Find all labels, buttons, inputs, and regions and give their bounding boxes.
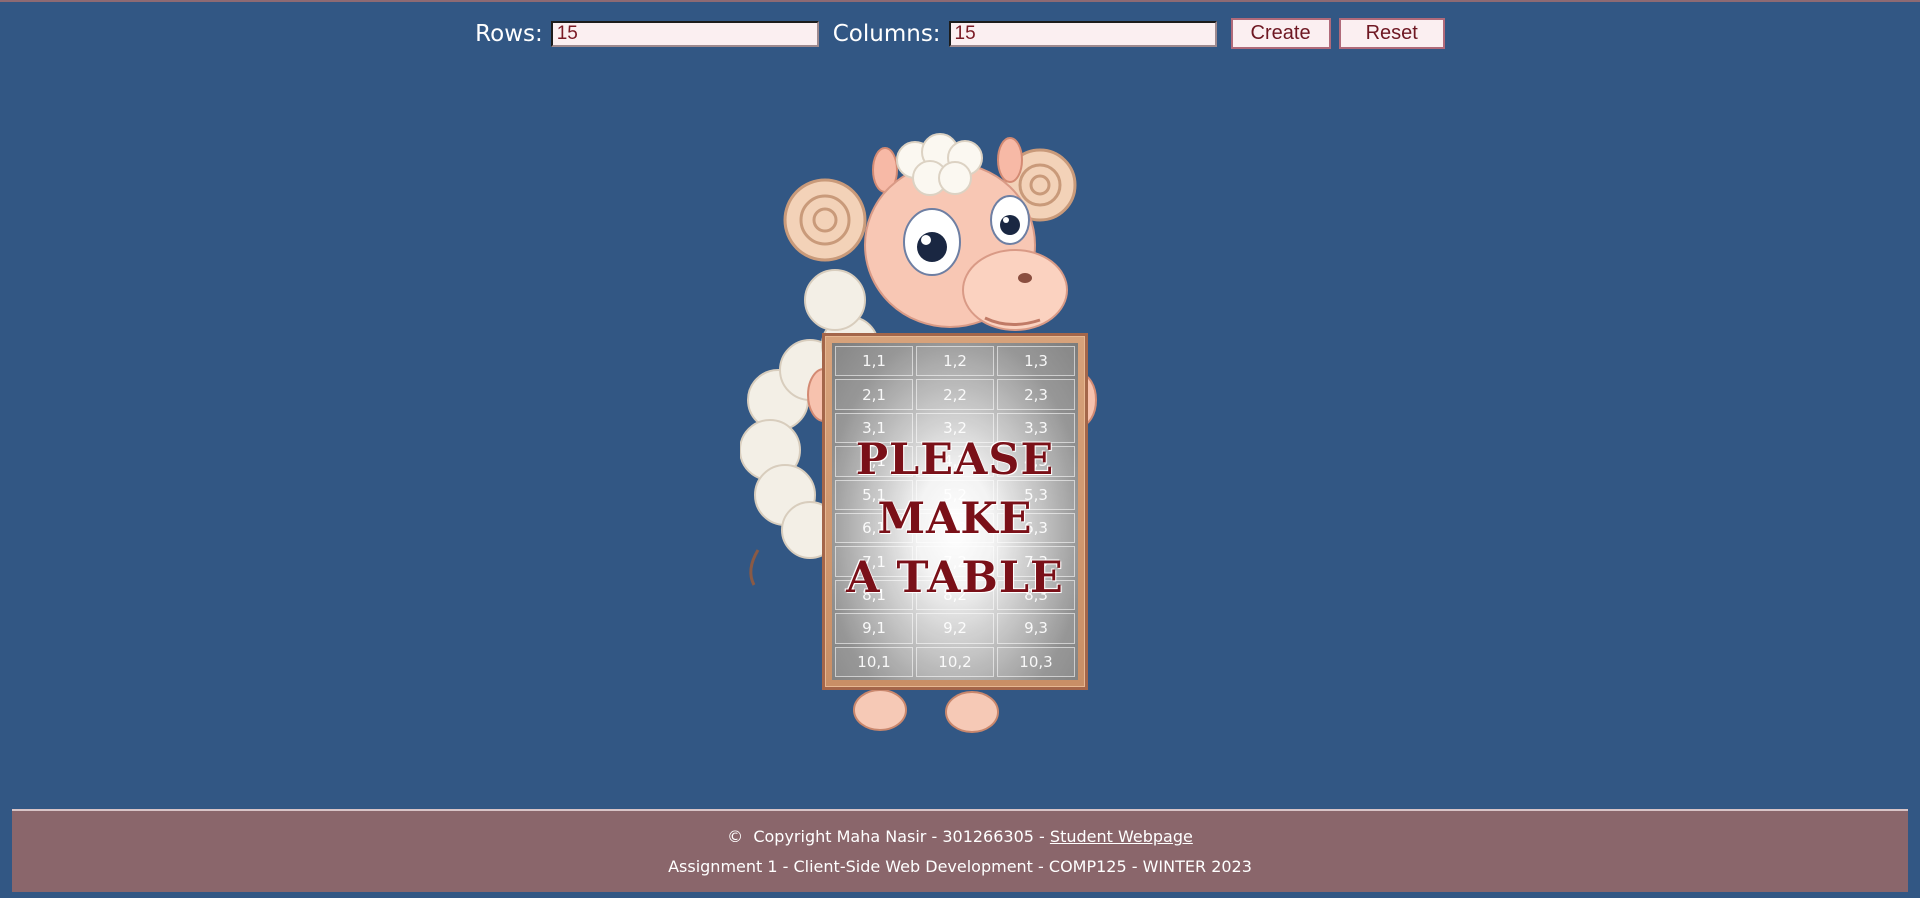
footer-copyright: © Copyright Maha Nasir - 301266305 - Stu…	[12, 827, 1908, 846]
columns-label: Columns:	[832, 20, 941, 47]
sign-line-3: A TABLE	[846, 553, 1064, 603]
reset-button[interactable]: Reset	[1338, 18, 1445, 49]
sample-table-row: 9,1 9,2 9,3	[835, 613, 1075, 644]
sample-table-row: 1,1 1,2 1,3	[835, 346, 1075, 377]
sample-table-cell: 10,3	[997, 646, 1075, 677]
sample-table-cell: 9,1	[835, 613, 913, 644]
sample-table-row: 10,1 10,2 10,3	[835, 646, 1075, 677]
columns-input[interactable]	[948, 20, 1217, 47]
sign-line-1: PLEASE	[855, 435, 1055, 485]
sample-table-cell: 2,3	[997, 379, 1075, 410]
sign-board: 1,1 1,2 1,3 2,1 2,2 2,3 3,1 3,2 3,3 4,1 4,2 4,3 5,1 5…	[832, 343, 1078, 680]
rows-input[interactable]	[550, 20, 819, 47]
sample-table-cell: 1,3	[997, 346, 1075, 377]
sample-table-cell: 2,1	[835, 379, 913, 410]
sample-table-cell: 1,2	[916, 346, 994, 377]
sample-table-cell: 10,1	[835, 646, 913, 677]
create-button[interactable]: Create	[1230, 18, 1331, 49]
sample-table-cell: 9,3	[997, 613, 1075, 644]
table-sign: 1,1 1,2 1,3 2,1 2,2 2,3 3,1 3,2 3,3 4,1 4,2 4,3 5,1 5…	[822, 333, 1088, 690]
table-controls: Rows: Columns: Create Reset	[0, 18, 1920, 49]
sign-line-2: MAKE	[877, 494, 1033, 544]
sample-table-row: 2,1 2,2 2,3	[835, 379, 1075, 410]
copyright-text: Copyright Maha Nasir - 301266305 -	[753, 827, 1045, 846]
student-webpage-link[interactable]: Student Webpage	[1050, 827, 1193, 846]
sample-table-cell: 10,2	[916, 646, 994, 677]
sample-table-cell: 9,2	[916, 613, 994, 644]
rows-label: Rows:	[475, 20, 543, 47]
sign-message: PLEASE MAKE A TABLE	[832, 431, 1078, 608]
page-footer: © Copyright Maha Nasir - 301266305 - Stu…	[12, 809, 1908, 892]
footer-assignment: Assignment 1 - Client-Side Web Developme…	[668, 857, 1252, 876]
sample-table-cell: 2,2	[916, 379, 994, 410]
copyright-symbol: ©	[727, 827, 744, 846]
top-border-line	[0, 0, 1920, 2]
sample-table-cell: 1,1	[835, 346, 913, 377]
